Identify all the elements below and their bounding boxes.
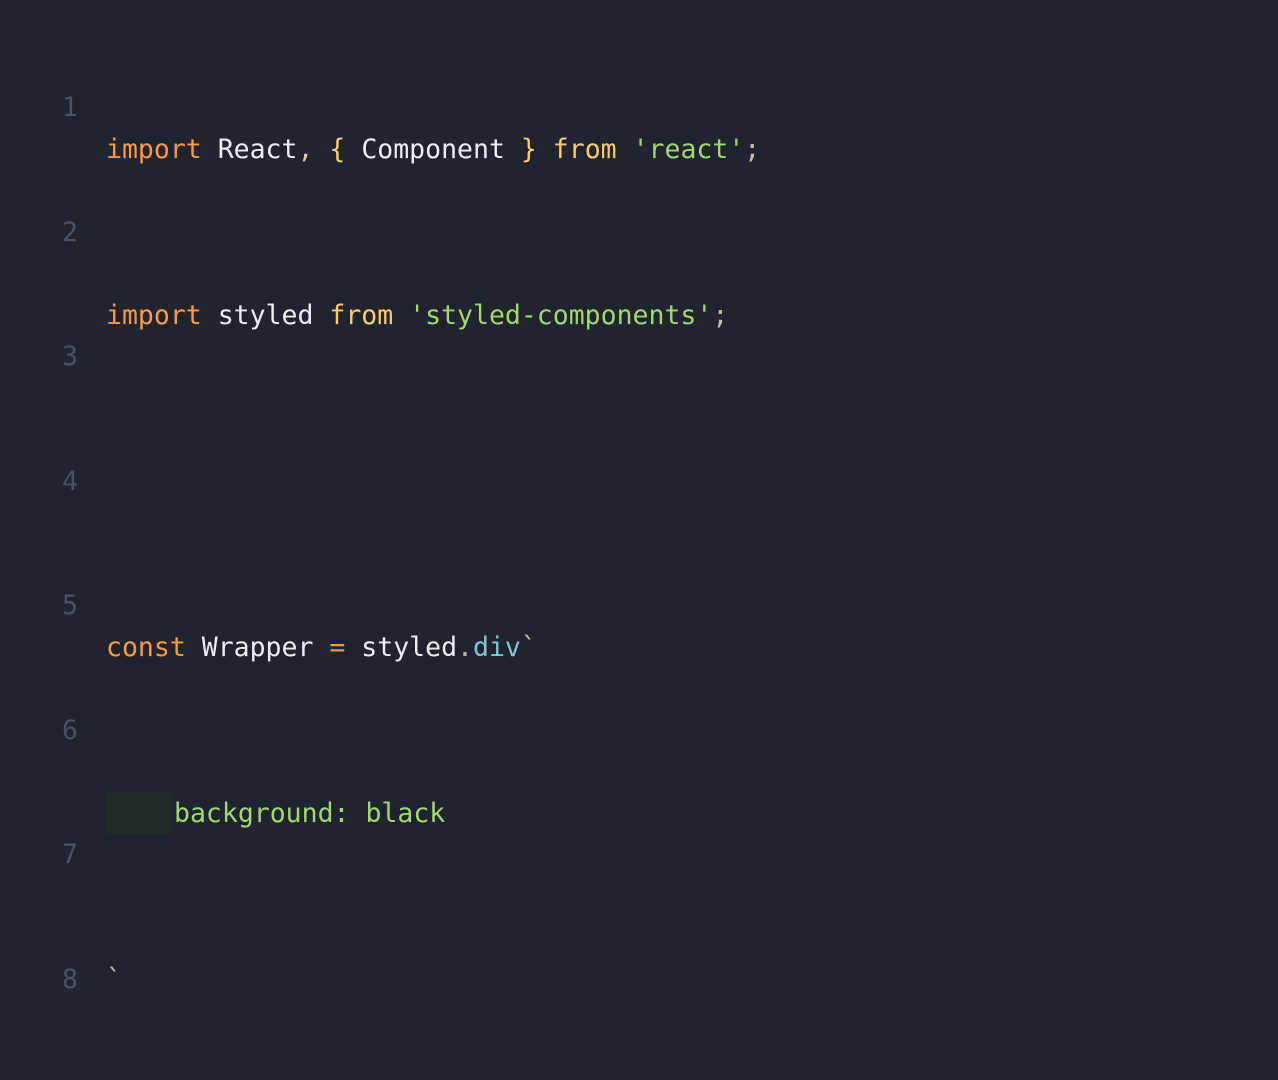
indent-guide	[106, 793, 172, 835]
line-number: 5	[0, 585, 78, 627]
line-number: 6	[0, 710, 78, 752]
code-line[interactable]: const Wrapper = styled.div`	[106, 627, 975, 669]
code-editor[interactable]: 1 2 3 4 5 6 7 8 9 10 11 12 13 14 15 16 1…	[0, 0, 1278, 1080]
code-line[interactable]	[106, 461, 975, 503]
line-number: 4	[0, 461, 78, 503]
line-number: 1	[0, 87, 78, 129]
code-line[interactable]: import styled from 'styled-components';	[106, 295, 975, 337]
line-number: 8	[0, 959, 78, 1001]
line-number-gutter: 1 2 3 4 5 6 7 8 9 10 11 12 13 14 15 16 1…	[0, 4, 84, 1080]
line-number: 2	[0, 212, 78, 254]
code-line[interactable]: background: black	[106, 793, 975, 835]
line-number: 3	[0, 336, 78, 378]
code-line[interactable]: `	[106, 959, 975, 1001]
line-number: 7	[0, 834, 78, 876]
code-area[interactable]: import React, { Component } from 'react'…	[84, 4, 975, 1080]
code-line[interactable]: import React, { Component } from 'react'…	[106, 129, 975, 171]
